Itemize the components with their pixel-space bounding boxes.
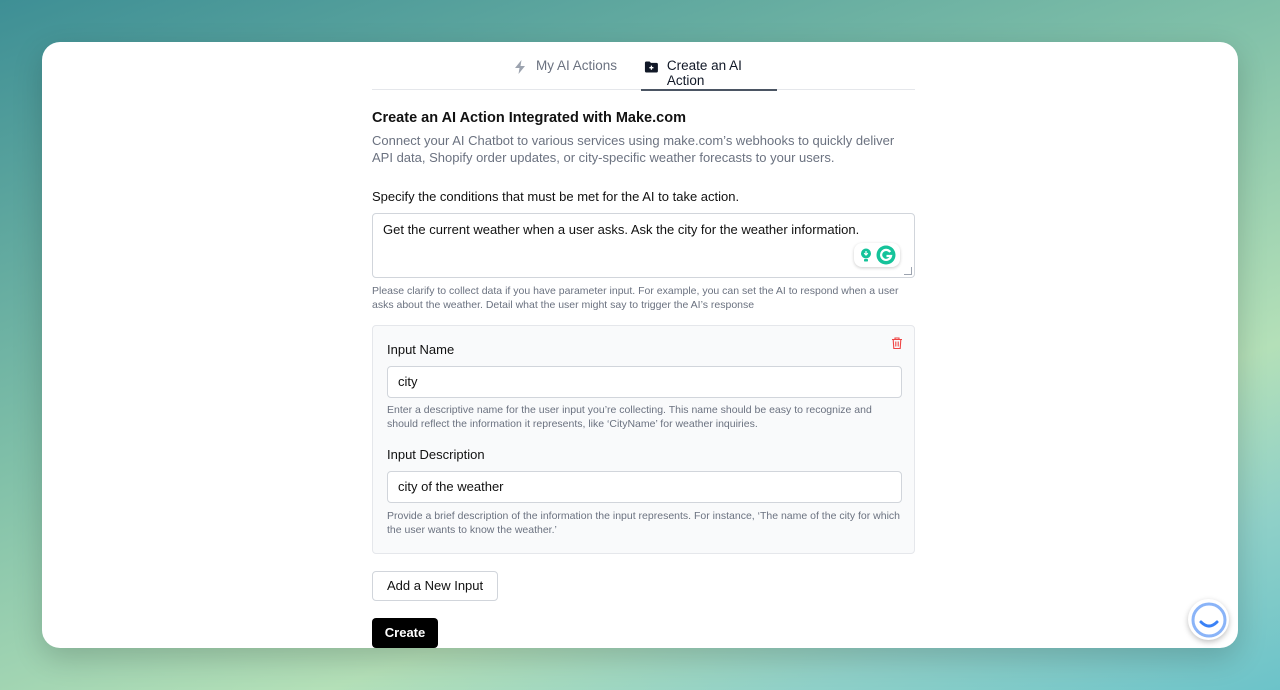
- input-description-label: Input Description: [387, 447, 485, 462]
- input-name-label: Input Name: [387, 342, 455, 357]
- tab-my-ai-actions-label: My AI Actions: [536, 58, 618, 73]
- add-new-input-button[interactable]: Add a New Input: [372, 571, 499, 601]
- create-button[interactable]: Create: [372, 618, 438, 648]
- conditions-label: Specify the conditions that must be met …: [372, 189, 740, 204]
- folder-plus-icon: [644, 61, 658, 73]
- tab-create-ai-action-label: Create an AI Action: [666, 58, 742, 88]
- grammarly-icon: [876, 245, 896, 265]
- tab-my-ai-actions[interactable]: My AI Actions: [512, 58, 617, 90]
- main-card: My AI Actions Create an AI Action Create…: [42, 42, 1238, 648]
- trash-icon[interactable]: [890, 336, 904, 350]
- input-description-field[interactable]: city of the weather: [387, 471, 902, 503]
- input-panel: Input Name city Enter a descriptive name…: [372, 325, 915, 554]
- page-description: Connect your AI Chatbot to various servi…: [372, 133, 895, 165]
- input-description-help: Provide a brief description of the infor…: [387, 510, 901, 536]
- conditions-textarea[interactable]: Get the current weather when a user asks…: [372, 213, 915, 278]
- input-name-field[interactable]: city: [387, 366, 902, 398]
- tab-create-ai-action[interactable]: Create an AI Action: [641, 58, 777, 91]
- grammarly-widget[interactable]: [854, 243, 900, 267]
- lightning-icon: [515, 60, 525, 74]
- chat-widget-button[interactable]: [1188, 599, 1229, 640]
- input-name-help: Enter a descriptive name for the user in…: [387, 404, 872, 430]
- resize-handle[interactable]: [904, 267, 912, 275]
- chat-smile-icon: [1191, 602, 1226, 637]
- form-content: Create an AI Action Integrated with Make…: [372, 110, 915, 648]
- conditions-help: Please clarify to collect data if you ha…: [372, 285, 899, 311]
- lightbulb-icon: [861, 248, 871, 262]
- tab-bar: My AI Actions Create an AI Action: [372, 42, 915, 91]
- page-title: Create an AI Action Integrated with Make…: [372, 110, 686, 126]
- conditions-text: Get the current weather when a user asks…: [383, 222, 860, 237]
